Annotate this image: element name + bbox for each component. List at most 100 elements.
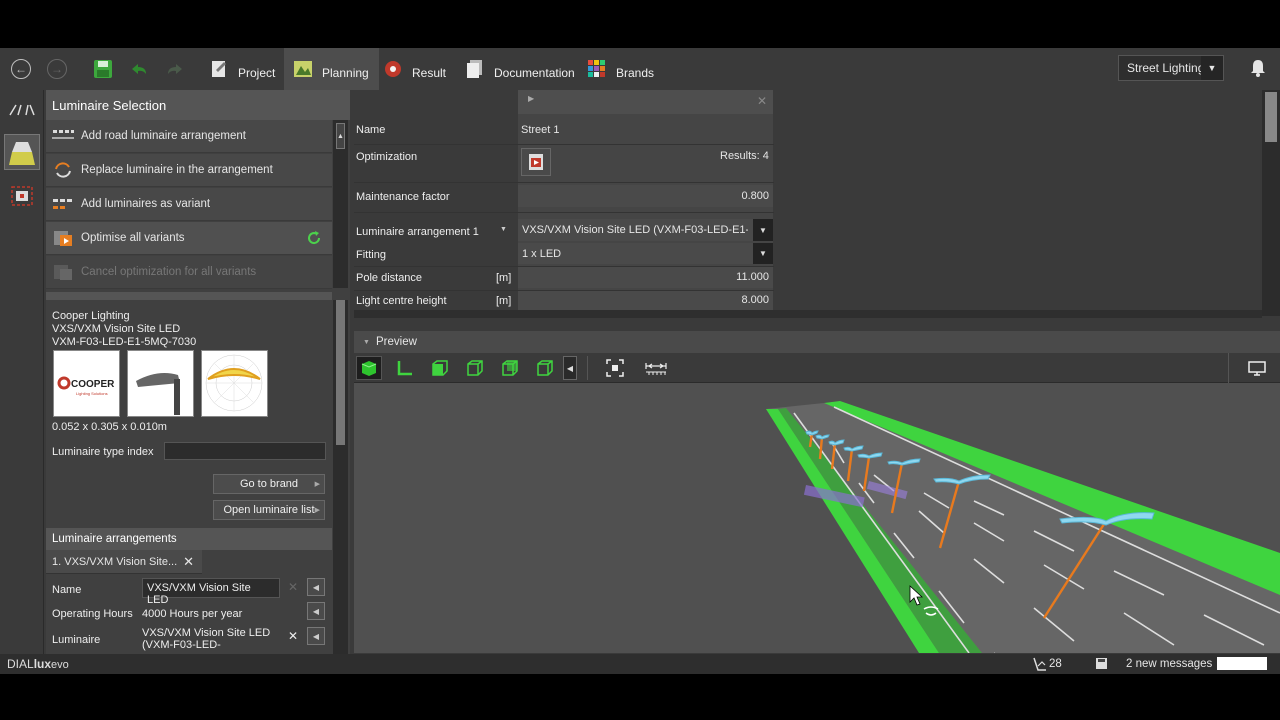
luminaire-tool[interactable] xyxy=(4,134,40,170)
variant-icon xyxy=(53,199,72,209)
cube-front-icon xyxy=(432,360,448,376)
floor-plan-icon xyxy=(397,361,412,376)
row-divider xyxy=(354,212,774,213)
arrangement-label: Luminaire arrangement 1 xyxy=(356,226,479,238)
row-divider xyxy=(354,182,774,183)
name-expand-button[interactable]: ◀ xyxy=(307,578,325,596)
cube-wire-icon xyxy=(537,360,553,376)
street-name-value[interactable]: Street 1 xyxy=(518,118,773,142)
redo-icon[interactable] xyxy=(164,58,186,80)
scroll-up-arrow[interactable]: ▲ xyxy=(336,123,345,149)
arrangement-select[interactable]: VXS/VXM Vision Site LED (VXM-F03-LED-E1-… xyxy=(518,219,773,241)
arrangements-header: Luminaire arrangements xyxy=(46,528,332,550)
save-icon[interactable] xyxy=(92,58,114,80)
menu-project[interactable]: Project xyxy=(200,48,285,90)
lamp-count-icon xyxy=(1033,657,1046,671)
monitor-icon xyxy=(1248,361,1266,376)
manufacturer-name: Cooper Lighting xyxy=(52,310,130,322)
actions-scrollbar[interactable]: ▲ xyxy=(333,120,348,288)
add-variant-action[interactable]: Add luminaires as variant xyxy=(46,188,332,221)
documentation-icon xyxy=(467,60,482,78)
zoom-extents-button[interactable] xyxy=(602,356,628,380)
measure-button[interactable] xyxy=(643,356,669,380)
type-index-input[interactable] xyxy=(164,442,326,460)
remove-luminaire-icon[interactable]: ✕ xyxy=(288,629,298,643)
messages-link[interactable]: 2 new messages xyxy=(1126,658,1212,670)
go-to-brand-button[interactable]: Go to brand ▶ xyxy=(213,474,325,494)
luminaire-selection-panel: Luminaire Selection Add road luminaire a… xyxy=(46,90,350,660)
preview-header[interactable]: ▼ Preview xyxy=(354,331,1280,353)
open-luminaire-list-button[interactable]: Open luminaire list ▶ xyxy=(213,500,325,520)
menu-result[interactable]: Result xyxy=(374,48,456,90)
luminaire-value[interactable]: VXS/VXM Vision Site LED (VXM-F03-LED- xyxy=(142,627,270,651)
tool-strip xyxy=(0,90,44,660)
calc-object-icon xyxy=(11,186,33,206)
light-centre-height-field[interactable]: 8.000 xyxy=(518,291,773,311)
maintenance-factor-field[interactable]: 0.800 xyxy=(518,185,773,207)
luminaire-expand-button[interactable]: ◀ xyxy=(307,627,325,645)
close-icon[interactable]: ✕ xyxy=(183,554,194,570)
cancel-optimise-icon xyxy=(54,265,72,280)
panel-divider xyxy=(46,292,332,300)
cube-side-icon xyxy=(467,360,483,376)
app-logo: DIALluxevo xyxy=(7,657,69,671)
street-properties-grid: ▶ ✕ Name Street 1 Optimization Results: … xyxy=(354,90,1262,318)
optimization-label: Optimization xyxy=(356,151,418,163)
project-icon xyxy=(212,61,226,77)
back-button[interactable]: ← xyxy=(11,59,31,79)
details-scrollbar[interactable] xyxy=(333,300,348,660)
brands-icon xyxy=(588,60,605,77)
horizontal-scrollbar[interactable] xyxy=(354,310,1262,318)
clear-name-icon[interactable]: ✕ xyxy=(288,580,298,594)
collapse-arrow-icon[interactable]: ▼ xyxy=(363,339,370,346)
pole-distance-field[interactable]: 11.000 xyxy=(518,267,773,288)
view-floor-button[interactable] xyxy=(392,356,418,380)
scroll-thumb[interactable] xyxy=(1265,92,1277,142)
refresh-icon[interactable] xyxy=(306,230,322,246)
optimise-all-action[interactable]: Optimise all variants xyxy=(46,222,332,255)
close-icon[interactable]: ✕ xyxy=(757,94,767,108)
operating-hours-value[interactable]: 4000 Hours per year xyxy=(142,608,242,620)
arrangement-name-label: Name xyxy=(52,584,82,596)
add-road-arrangement-action[interactable]: Add road luminaire arrangement xyxy=(46,120,332,153)
view-back-button[interactable] xyxy=(497,356,523,380)
menu-brands[interactable]: Brands xyxy=(578,48,664,90)
menu-documentation[interactable]: Documentation xyxy=(456,48,585,90)
view-front-button[interactable] xyxy=(427,356,453,380)
optimization-button[interactable] xyxy=(521,148,551,176)
cancel-optimization-action[interactable]: Cancel optimization for all variants xyxy=(46,256,332,289)
collapse-views-button[interactable]: ◀ xyxy=(563,356,577,380)
chevron-down-icon: ▼ xyxy=(753,219,773,241)
menu-planning[interactable]: Planning xyxy=(284,48,379,90)
undo-icon[interactable] xyxy=(128,58,150,80)
mode-select[interactable]: Street Lighting ▼ xyxy=(1118,55,1224,81)
road-geometry-tool[interactable] xyxy=(4,92,40,128)
arrangement-tab-1[interactable]: 1. VXS/VXM Vision Site... ✕ xyxy=(46,550,202,574)
view-side-button[interactable] xyxy=(462,356,488,380)
toolbar-divider xyxy=(1228,353,1229,383)
toolbar-divider xyxy=(587,356,588,380)
view-other-button[interactable] xyxy=(532,356,558,380)
type-index-label: Luminaire type index xyxy=(52,446,154,458)
variant-header: ▶ ✕ xyxy=(518,90,773,114)
optimization-icon xyxy=(529,154,543,170)
planning-icon xyxy=(294,61,312,77)
chevron-down-icon[interactable]: ▼ xyxy=(500,226,507,233)
name-label: Name xyxy=(356,124,386,136)
display-settings-button[interactable] xyxy=(1244,356,1270,380)
scroll-thumb[interactable] xyxy=(336,300,345,445)
fitting-label: Fitting xyxy=(356,249,386,261)
view-3d-button[interactable] xyxy=(356,356,382,380)
fitting-select[interactable]: 1 x LED ▼ xyxy=(518,243,773,264)
3d-preview-viewport[interactable] xyxy=(354,383,1280,653)
panel-title: Luminaire Selection xyxy=(46,90,350,120)
replace-luminaire-action[interactable]: Replace luminaire in the arrangement xyxy=(46,154,332,187)
forward-button[interactable]: → xyxy=(47,59,67,79)
arrangement-name-input[interactable]: VXS/VXM Vision Site LED xyxy=(142,578,280,606)
properties-scrollbar[interactable] xyxy=(1262,90,1280,316)
calculation-object-tool[interactable] xyxy=(4,178,40,214)
road-icon xyxy=(9,104,35,116)
notification-bell-icon[interactable] xyxy=(1250,59,1266,77)
expand-arrow-icon[interactable]: ▶ xyxy=(528,94,534,103)
hours-expand-button[interactable]: ◀ xyxy=(307,602,325,620)
